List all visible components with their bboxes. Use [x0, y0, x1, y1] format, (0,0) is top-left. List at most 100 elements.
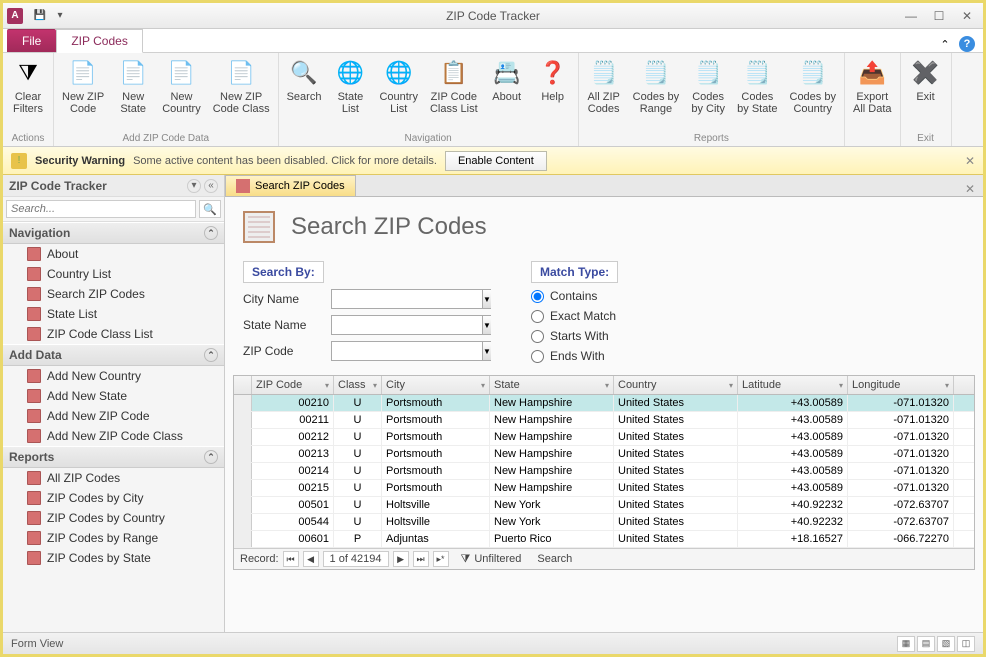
minimize-button[interactable]: ―	[903, 9, 919, 23]
cell[interactable]: Holtsville	[382, 497, 490, 513]
datasheet-view-button[interactable]: ▤	[917, 636, 935, 652]
ribbon-minimize-icon[interactable]: ⌃	[937, 36, 953, 52]
zip-code-combo[interactable]: ▼	[331, 341, 491, 361]
cell[interactable]: U	[334, 429, 382, 445]
cell[interactable]: United States	[614, 412, 738, 428]
enable-content-button[interactable]: Enable Content	[445, 151, 547, 171]
navpane-search-icon[interactable]: 🔍	[199, 200, 221, 218]
cell[interactable]: +18.16527	[738, 531, 848, 547]
cell[interactable]: United States	[614, 429, 738, 445]
row-selector[interactable]	[234, 412, 252, 428]
layout-view-button[interactable]: ▧	[937, 636, 955, 652]
navitem-add-new-zip-code-class[interactable]: Add New ZIP Code Class	[3, 426, 224, 446]
cell[interactable]: -072.63707	[848, 497, 954, 513]
cell[interactable]: +43.00589	[738, 480, 848, 496]
col-country[interactable]: Country▾	[614, 376, 738, 394]
cell[interactable]: 00544	[252, 514, 334, 530]
chevron-down-icon[interactable]: ▾	[373, 381, 377, 390]
chevron-down-icon[interactable]: ▾	[839, 381, 843, 390]
state-name-input[interactable]	[332, 316, 482, 334]
export-all-button[interactable]: 📤Export All Data	[849, 55, 896, 142]
class-list-button[interactable]: 📋ZIP Code Class List	[426, 55, 482, 131]
cell[interactable]: -071.01320	[848, 480, 954, 496]
by-state-button[interactable]: 🗒️Codes by State	[733, 55, 781, 131]
next-record-button[interactable]: ▶	[393, 551, 409, 567]
table-row[interactable]: 00214UPortsmouthNew HampshireUnited Stat…	[234, 463, 974, 480]
cell[interactable]: New Hampshire	[490, 463, 614, 479]
navitem-add-new-state[interactable]: Add New State	[3, 386, 224, 406]
chevron-down-icon[interactable]: ▼	[482, 342, 491, 360]
cell[interactable]: United States	[614, 531, 738, 547]
new-country-button[interactable]: 📄New Country	[158, 55, 205, 131]
cell[interactable]: Puerto Rico	[490, 531, 614, 547]
cell[interactable]: 00501	[252, 497, 334, 513]
row-selector[interactable]	[234, 480, 252, 496]
by-range-button[interactable]: 🗒️Codes by Range	[629, 55, 683, 131]
last-record-button[interactable]: ⏭	[413, 551, 429, 567]
radio-ends[interactable]: Ends With	[531, 349, 618, 363]
navitem-state-list[interactable]: State List	[3, 304, 224, 324]
cell[interactable]: Portsmouth	[382, 429, 490, 445]
cell[interactable]: -072.63707	[848, 514, 954, 530]
cell[interactable]: Portsmouth	[382, 446, 490, 462]
cell[interactable]: Portsmouth	[382, 463, 490, 479]
tab-zip-codes[interactable]: ZIP Codes	[56, 29, 142, 53]
col-longitude[interactable]: Longitude▾	[848, 376, 954, 394]
chevron-down-icon[interactable]: ▾	[605, 381, 609, 390]
cell[interactable]: United States	[614, 497, 738, 513]
cell[interactable]: New York	[490, 497, 614, 513]
cell[interactable]: +43.00589	[738, 395, 848, 411]
radio-contains[interactable]: Contains	[531, 289, 618, 303]
select-all-cell[interactable]	[234, 376, 252, 394]
cell[interactable]: New Hampshire	[490, 480, 614, 496]
by-country-button[interactable]: 🗒️Codes by Country	[786, 55, 840, 131]
state-list-button[interactable]: 🌐State List	[329, 55, 371, 131]
city-name-input[interactable]	[332, 290, 482, 308]
navitem-search-zip-codes[interactable]: Search ZIP Codes	[3, 284, 224, 304]
table-row[interactable]: 00212UPortsmouthNew HampshireUnited Stat…	[234, 429, 974, 446]
cell[interactable]: U	[334, 446, 382, 462]
navitem-country-list[interactable]: Country List	[3, 264, 224, 284]
table-row[interactable]: 00215UPortsmouthNew HampshireUnited Stat…	[234, 480, 974, 497]
navpane-search-input[interactable]	[6, 200, 196, 218]
navitem-add-new-zip-code[interactable]: Add New ZIP Code	[3, 406, 224, 426]
form-view-button[interactable]: ▦	[897, 636, 915, 652]
tab-file[interactable]: File	[7, 29, 56, 52]
navgroup-reports[interactable]: Reports⌃	[3, 446, 224, 468]
prev-record-button[interactable]: ◀	[303, 551, 319, 567]
col-class[interactable]: Class▾	[334, 376, 382, 394]
new-zip-button[interactable]: 📄New ZIP Code	[58, 55, 108, 131]
help-button[interactable]: ❓Help	[532, 55, 574, 131]
new-class-button[interactable]: 📄New ZIP Code Class	[209, 55, 274, 131]
cell[interactable]: U	[334, 514, 382, 530]
shutter-icon[interactable]: «	[204, 179, 218, 193]
cell[interactable]: U	[334, 412, 382, 428]
all-zip-button[interactable]: 🗒️All ZIP Codes	[583, 55, 625, 131]
search-button[interactable]: 🔍Search	[283, 55, 326, 131]
cell[interactable]: Portsmouth	[382, 412, 490, 428]
chevron-down-icon[interactable]: ▾	[325, 381, 329, 390]
navitem-all-zip-codes[interactable]: All ZIP Codes	[3, 468, 224, 488]
cell[interactable]: U	[334, 497, 382, 513]
cell[interactable]: -071.01320	[848, 412, 954, 428]
cell[interactable]: New Hampshire	[490, 429, 614, 445]
new-state-button[interactable]: 📄New State	[112, 55, 154, 131]
row-selector[interactable]	[234, 463, 252, 479]
record-search-label[interactable]: Search	[537, 553, 572, 565]
cell[interactable]: +40.92232	[738, 497, 848, 513]
close-button[interactable]: ✕	[959, 9, 975, 23]
cell[interactable]: P	[334, 531, 382, 547]
collapse-icon[interactable]: ⌃	[204, 226, 218, 240]
navitem-about[interactable]: About	[3, 244, 224, 264]
table-row[interactable]: 00501UHoltsvilleNew YorkUnited States+40…	[234, 497, 974, 514]
row-selector[interactable]	[234, 446, 252, 462]
row-selector[interactable]	[234, 429, 252, 445]
cell[interactable]: -071.01320	[848, 395, 954, 411]
cell[interactable]: Portsmouth	[382, 395, 490, 411]
cell[interactable]: United States	[614, 463, 738, 479]
col-city[interactable]: City▾	[382, 376, 490, 394]
table-row[interactable]: 00544UHoltsvilleNew YorkUnited States+40…	[234, 514, 974, 531]
collapse-icon[interactable]: ⌃	[204, 450, 218, 464]
table-row[interactable]: 00601PAdjuntasPuerto RicoUnited States+1…	[234, 531, 974, 548]
security-close-icon[interactable]: ✕	[965, 154, 975, 168]
